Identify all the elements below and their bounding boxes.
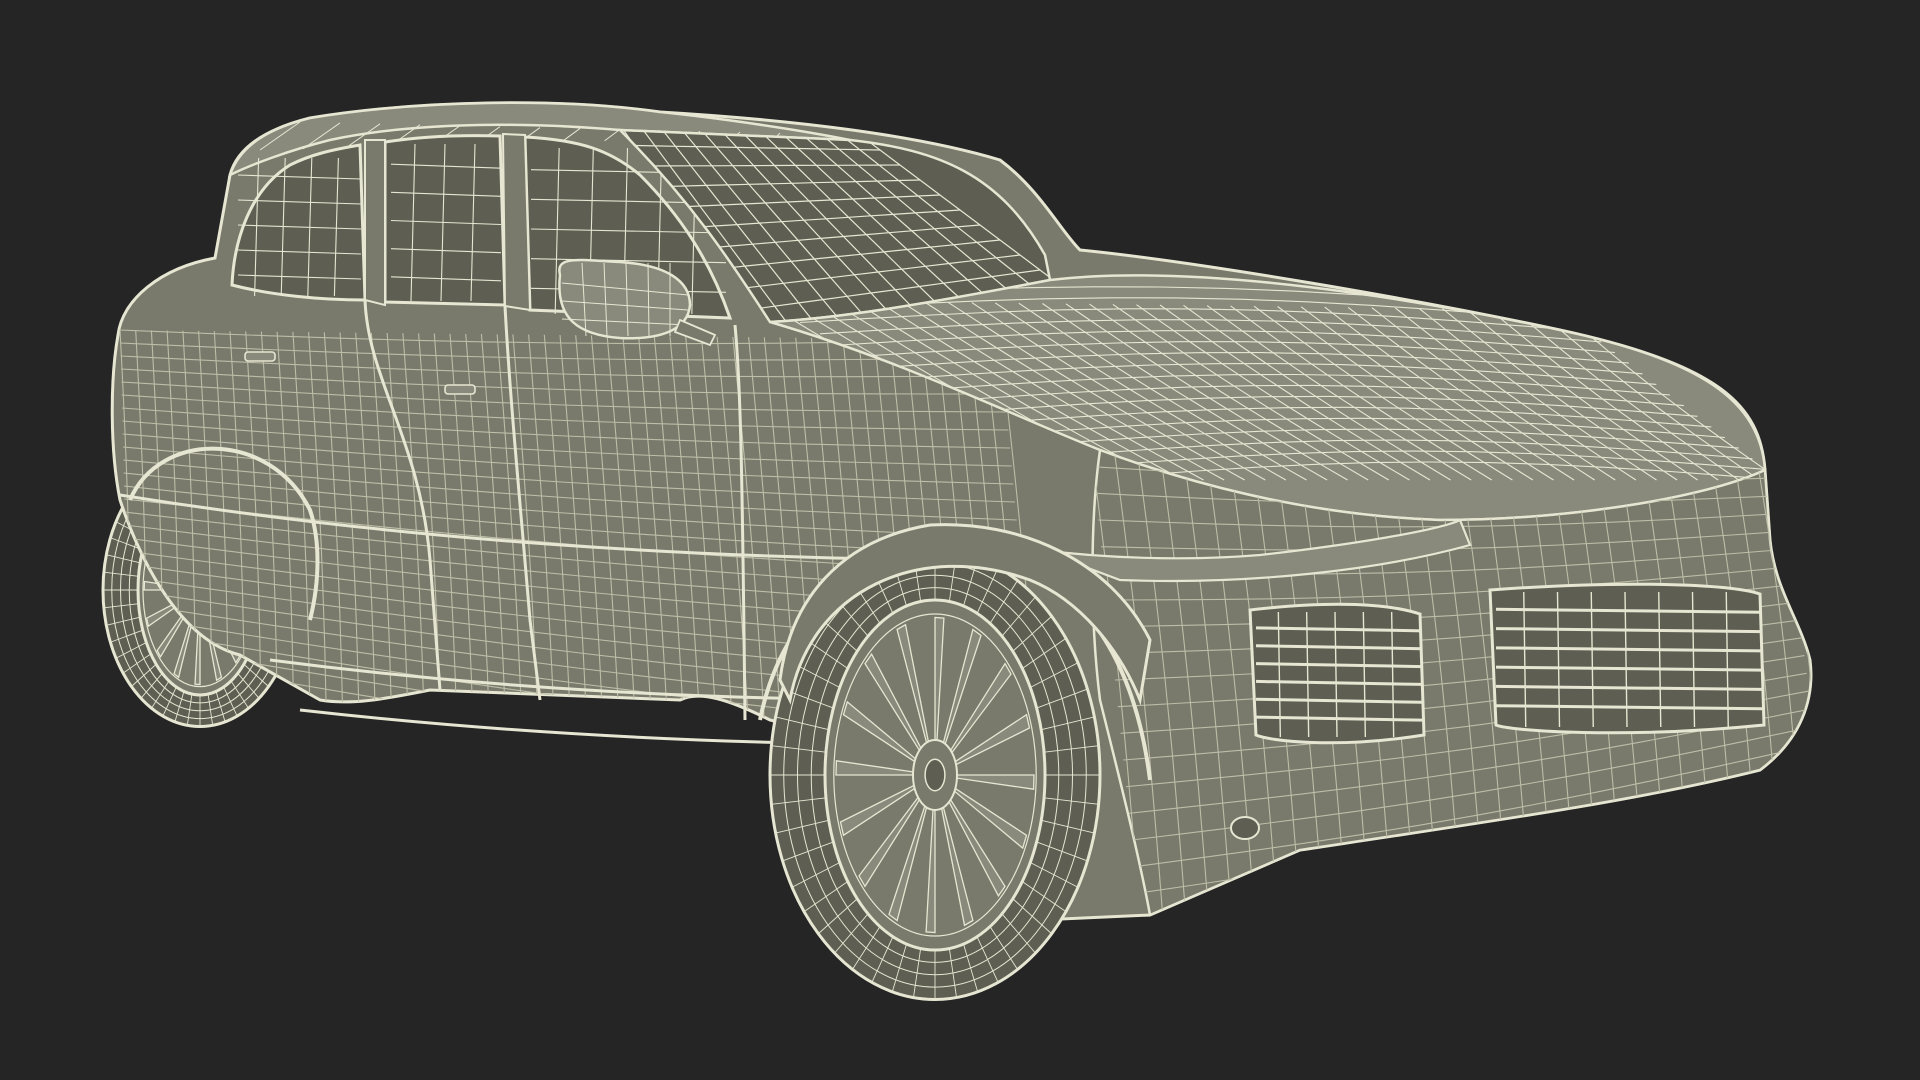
hub-cap (924, 758, 946, 792)
viewport (0, 0, 1920, 1080)
wireframe-render (0, 0, 1920, 1080)
rear-door-handle (244, 351, 276, 362)
b-pillar (364, 139, 386, 307)
front-door-handle (444, 384, 476, 395)
fog-lamp (1230, 816, 1260, 840)
c-pillar (501, 132, 532, 312)
